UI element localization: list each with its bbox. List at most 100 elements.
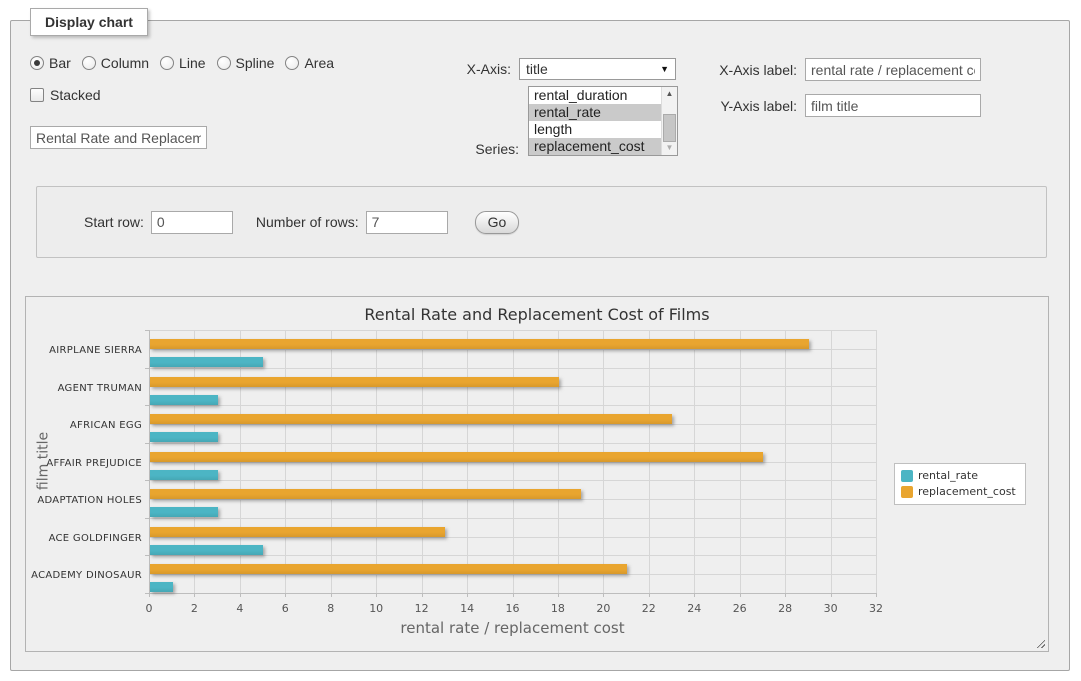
x-axis-tick: [285, 593, 286, 597]
series-option-length[interactable]: length: [529, 121, 677, 138]
scrollbar-thumb[interactable]: [663, 114, 676, 142]
x-axis-tick-label: 4: [223, 602, 257, 615]
category-label: AFRICAN EGG: [70, 420, 142, 431]
bar-replacement_cost[interactable]: [150, 452, 763, 462]
x-axis-select-label: X-Axis:: [443, 61, 511, 77]
y-axis-tick: [145, 405, 149, 406]
stacked-checkbox[interactable]: [30, 88, 44, 102]
chart-x-axis-title: rental rate / replacement cost: [149, 619, 876, 637]
series-option-rental_duration[interactable]: rental_duration: [529, 87, 677, 104]
scroll-up-arrow-icon[interactable]: ▲: [662, 87, 677, 101]
resize-handle-icon[interactable]: [1036, 639, 1045, 648]
radio-icon[interactable]: [285, 56, 299, 70]
bar-rental_rate[interactable]: [150, 545, 263, 555]
x-axis-tick-label: 12: [405, 602, 439, 615]
bar-rental_rate[interactable]: [150, 582, 173, 592]
bar-replacement_cost[interactable]: [150, 564, 627, 574]
chart-type-option-bar[interactable]: Bar: [30, 55, 71, 71]
series-select-label: Series:: [443, 141, 519, 157]
x-axis-tick: [694, 593, 695, 597]
start-row-input[interactable]: [151, 211, 233, 234]
x-axis-tick: [149, 593, 150, 597]
bar-rental_rate[interactable]: [150, 507, 218, 517]
x-axis-tick: [876, 593, 877, 597]
y-axis-tick: [145, 480, 149, 481]
bar-replacement_cost[interactable]: [150, 339, 809, 349]
radio-icon[interactable]: [30, 56, 44, 70]
chart-title: Rental Rate and Replacement Cost of Film…: [26, 305, 1048, 324]
go-button[interactable]: Go: [475, 211, 520, 234]
x-axis-select-row: X-Axis: title ▼: [443, 58, 676, 80]
series-option-replacement_cost[interactable]: replacement_cost: [529, 138, 677, 155]
bar-rental_rate[interactable]: [150, 395, 218, 405]
y-axis-tick: [145, 330, 149, 331]
x-axis-tick: [558, 593, 559, 597]
chart-type-options: Bar Column Line Spline Area: [30, 55, 345, 71]
category-label: AIRPLANE SIERRA: [49, 345, 142, 356]
legend-item-rental_rate[interactable]: rental_rate: [901, 469, 1016, 482]
x-axis-tick: [467, 593, 468, 597]
x-axis-tick: [376, 593, 377, 597]
gridline: [876, 330, 877, 593]
legend-item-replacement_cost[interactable]: replacement_cost: [901, 485, 1016, 498]
bar-replacement_cost[interactable]: [150, 377, 559, 387]
category-label: AGENT TRUMAN: [58, 383, 142, 394]
y-axis-label-input[interactable]: [805, 94, 981, 117]
series-multiselect[interactable]: rental_durationrental_ratelengthreplacem…: [528, 86, 678, 156]
chart-type-option-line[interactable]: Line: [160, 55, 205, 71]
x-axis-tick: [331, 593, 332, 597]
bar-replacement_cost[interactable]: [150, 489, 581, 499]
chart-type-option-label: Line: [179, 55, 205, 71]
x-axis-tick-label: 24: [677, 602, 711, 615]
radio-icon[interactable]: [217, 56, 231, 70]
x-axis-tick: [194, 593, 195, 597]
bar-replacement_cost[interactable]: [150, 527, 445, 537]
chart-title-input[interactable]: [30, 126, 207, 149]
x-axis-tick: [649, 593, 650, 597]
x-axis-tick-label: 30: [814, 602, 848, 615]
legend-label: replacement_cost: [918, 485, 1016, 498]
x-axis-tick: [831, 593, 832, 597]
chart-legend: rental_rate replacement_cost: [894, 463, 1026, 505]
chart-type-option-area[interactable]: Area: [285, 55, 334, 71]
y-axis-tick: [145, 555, 149, 556]
legend-label: rental_rate: [918, 469, 978, 482]
series-scrollbar[interactable]: ▲ ▼: [661, 87, 677, 155]
x-axis-tick-label: 28: [768, 602, 802, 615]
x-axis-select[interactable]: title ▼: [519, 58, 676, 80]
number-of-rows-label: Number of rows:: [256, 214, 359, 230]
chart-type-option-spline[interactable]: Spline: [217, 55, 275, 71]
x-axis-tick-label: 0: [132, 602, 166, 615]
scroll-down-arrow-icon[interactable]: ▼: [662, 141, 677, 155]
series-option-rental_rate[interactable]: rental_rate: [529, 104, 677, 121]
chart-type-option-label: Column: [101, 55, 149, 71]
start-row-label: Start row:: [84, 214, 144, 230]
chart-type-option-column[interactable]: Column: [82, 55, 149, 71]
gridline: [831, 330, 832, 593]
dropdown-arrow-icon[interactable]: ▼: [660, 64, 669, 74]
radio-icon[interactable]: [82, 56, 96, 70]
bar-rental_rate[interactable]: [150, 432, 218, 442]
x-axis-tick: [785, 593, 786, 597]
number-of-rows-input[interactable]: [366, 211, 448, 234]
bar-replacement_cost[interactable]: [150, 414, 672, 424]
x-axis-label-label: X-Axis label:: [711, 62, 797, 78]
legend-swatch-icon: [901, 470, 913, 482]
y-axis-tick: [145, 593, 149, 594]
x-axis-tick: [740, 593, 741, 597]
row-range-panel: Start row: Number of rows: Go: [36, 186, 1047, 258]
x-axis-tick: [603, 593, 604, 597]
chart-panel: Rental Rate and Replacement Cost of Film…: [25, 296, 1049, 652]
panel-title: Display chart: [30, 8, 148, 36]
x-axis-tick: [513, 593, 514, 597]
gridline: [785, 330, 786, 593]
bar-rental_rate[interactable]: [150, 470, 218, 480]
x-axis-label-row: X-Axis label:: [711, 58, 981, 81]
bar-rental_rate[interactable]: [150, 357, 263, 367]
stacked-option[interactable]: Stacked: [30, 87, 101, 103]
y-axis-tick: [145, 443, 149, 444]
x-axis-label-input[interactable]: [805, 58, 981, 81]
x-axis-tick-label: 22: [632, 602, 666, 615]
category-label: AFFAIR PREJUDICE: [46, 458, 142, 469]
radio-icon[interactable]: [160, 56, 174, 70]
